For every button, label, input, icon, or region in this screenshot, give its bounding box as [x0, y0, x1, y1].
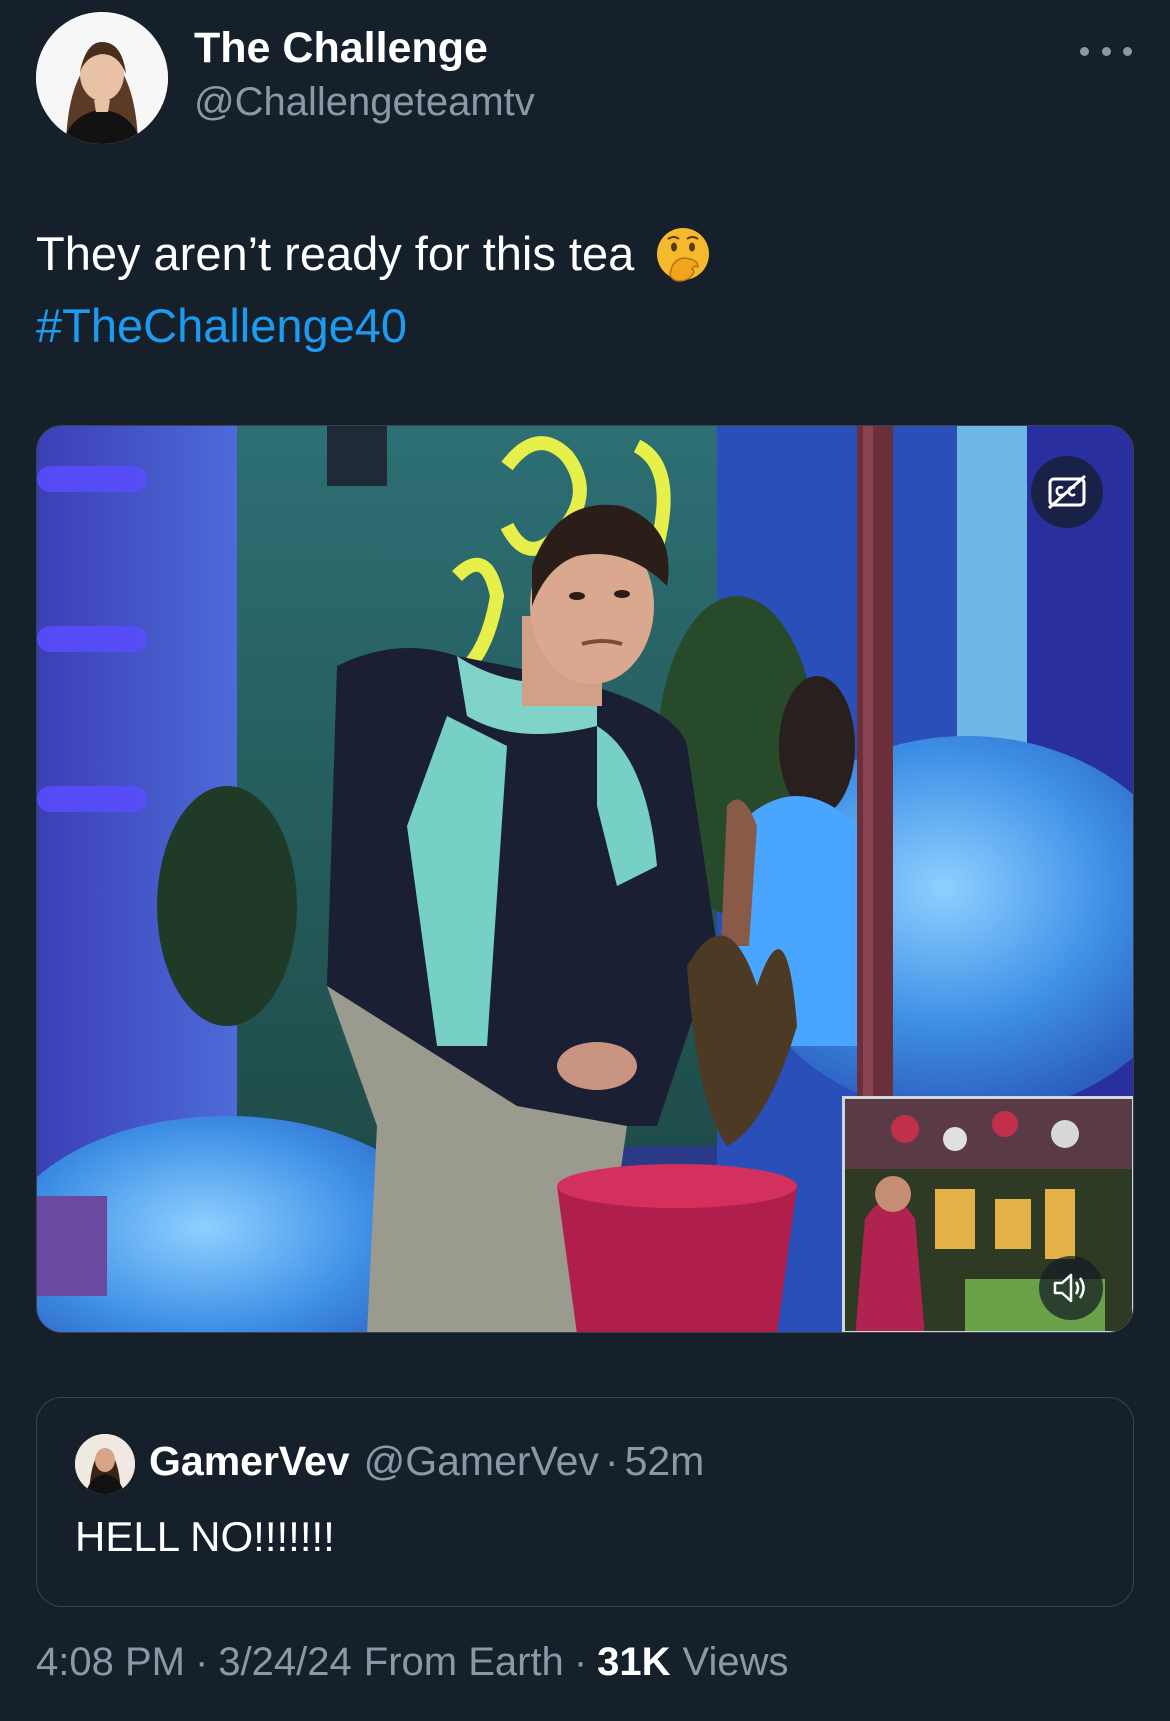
quoted-tweet-text: HELL NO!!!!!!!	[75, 1513, 335, 1560]
quoted-author-name[interactable]: GamerVev	[149, 1438, 350, 1485]
author-name[interactable]: The Challenge	[194, 24, 488, 73]
closed-captions-button[interactable]	[1031, 456, 1103, 528]
quoted-timestamp[interactable]: 52m	[625, 1438, 705, 1485]
tweet-location: From Earth	[363, 1640, 564, 1684]
views-count[interactable]: 31K	[597, 1640, 670, 1685]
closed-captions-icon	[1048, 474, 1086, 510]
tweet-header: The Challenge @Challengeteamtv	[0, 0, 1170, 170]
author-avatar[interactable]	[36, 12, 168, 144]
tweet-meta: 4:08 PM · 3/24/24 From Earth · 31K Views	[36, 1640, 789, 1685]
more-dot-icon	[1123, 46, 1132, 56]
separator-dot: ·	[573, 1640, 588, 1684]
more-dot-icon	[1080, 46, 1089, 56]
author-avatar-image	[36, 12, 168, 144]
quoted-tweet[interactable]: GamerVev @GamerVev · 52m HELL NO!!!!!!!	[36, 1397, 1134, 1607]
unmute-button[interactable]	[1039, 1256, 1103, 1320]
hashtag-link[interactable]: #TheChallenge40	[36, 290, 1136, 362]
author-handle[interactable]: @Challengeteamtv	[194, 80, 535, 125]
more-dot-icon	[1101, 46, 1111, 56]
speaker-icon	[1053, 1273, 1085, 1303]
tweet-body-text: They aren’t ready for this tea	[36, 227, 635, 280]
tweet-time[interactable]: 4:08 PM	[36, 1640, 185, 1685]
separator-dot: ·	[194, 1640, 209, 1684]
views-label[interactable]: Views	[683, 1640, 789, 1685]
quoted-tweet-header: GamerVev @GamerVev · 52m	[149, 1438, 704, 1485]
more-options-button[interactable]	[1080, 36, 1132, 66]
tweet-video[interactable]	[36, 425, 1134, 1333]
tweet-text: They aren’t ready for this tea #TheChall…	[36, 218, 1136, 362]
separator-dot: ·	[604, 1438, 619, 1484]
quoted-author-avatar[interactable]	[75, 1434, 135, 1494]
quoted-avatar-image	[75, 1434, 135, 1494]
tweet-date[interactable]: 3/24/24	[218, 1640, 351, 1685]
face-with-hand-over-mouth-emoji-icon	[657, 228, 710, 282]
quoted-author-handle[interactable]: @GamerVev	[364, 1438, 599, 1485]
